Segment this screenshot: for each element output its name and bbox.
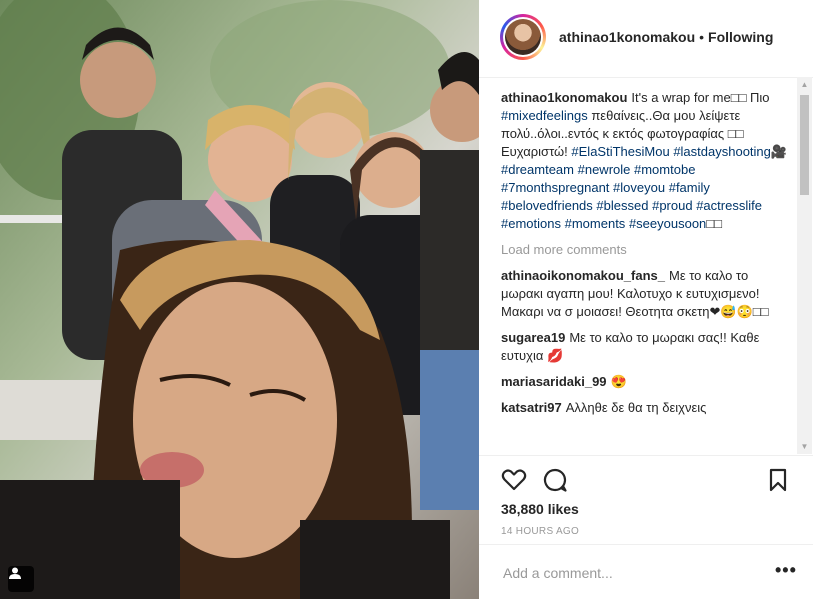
hashtag-link[interactable]: #dreamteam xyxy=(501,162,574,177)
heart-icon[interactable] xyxy=(501,467,527,493)
scroll-thumb[interactable] xyxy=(800,95,809,195)
hashtag-link[interactable]: #belovedfriends xyxy=(501,198,593,213)
comment-text: 😍 xyxy=(610,374,627,389)
hashtag-link[interactable]: #family xyxy=(669,180,710,195)
caption-username[interactable]: athinao1konomakou xyxy=(501,90,627,105)
comment-item: mariasaridaki_99 😍 xyxy=(501,373,793,391)
hashtag-link[interactable]: #newrole xyxy=(578,162,631,177)
post-photo[interactable] xyxy=(0,0,479,599)
user-tag-icon xyxy=(9,567,21,579)
comment-username[interactable]: sugarea19 xyxy=(501,330,565,345)
more-options-button[interactable]: ••• xyxy=(775,561,797,579)
comment-item: sugarea19 Με το καλο το μωρακι σας!! Καθε… xyxy=(501,329,793,365)
hashtag-link[interactable]: #blessed xyxy=(596,198,648,213)
caption-text: 🎥 xyxy=(770,144,788,159)
bookmark-icon[interactable] xyxy=(765,467,791,493)
hashtag-link[interactable]: #lastdayshooting xyxy=(673,144,771,159)
caption-text: It's a wrap for me□□ Πιο xyxy=(631,90,770,105)
post-actions: 38,880 likes 14 HOURS AGO xyxy=(479,455,813,537)
scroll-down-arrow-icon[interactable]: ▼ xyxy=(797,439,812,454)
hashtag-link[interactable]: #emotions xyxy=(501,216,561,231)
comment-item: katsatri97 Αλληθε δε θα τη δειχνεις xyxy=(501,399,793,417)
hashtag-link[interactable]: #actresslife xyxy=(696,198,762,213)
comment-username[interactable]: katsatri97 xyxy=(501,400,562,415)
caption-text: □□ xyxy=(706,216,722,231)
comment-username[interactable]: athinaoikonomakou_fans_ xyxy=(501,268,665,283)
hashtag-link[interactable]: #ElaStiThesiMou xyxy=(571,144,669,159)
header-separator: • xyxy=(699,29,705,45)
comments-scrollbar[interactable]: ▲ ▼ xyxy=(797,77,812,454)
hashtag-link[interactable]: #seeyousoon xyxy=(629,216,706,231)
likes-count[interactable]: 38,880 likes xyxy=(501,501,579,517)
hashtag-link[interactable]: #momtobe xyxy=(634,162,695,177)
add-comment-input[interactable] xyxy=(501,561,755,585)
avatar[interactable] xyxy=(505,19,541,55)
caption: athinao1konomakou It's a wrap for me□□ Πι… xyxy=(501,89,793,233)
story-ring[interactable] xyxy=(500,14,546,60)
hashtag-link[interactable]: #7monthspregnant xyxy=(501,180,609,195)
hashtag-link[interactable]: #proud xyxy=(652,198,692,213)
comment-icon[interactable] xyxy=(542,467,568,493)
post-side-panel: athinao1konomakou • Following athinao1kono… xyxy=(479,0,813,599)
post-header: athinao1konomakou • Following xyxy=(479,0,813,78)
following-button[interactable]: Following xyxy=(708,29,773,45)
add-comment-bar: ••• xyxy=(479,544,813,600)
comments-list[interactable]: athinao1konomakou It's a wrap for me□□ Πι… xyxy=(501,89,793,454)
header-username[interactable]: athinao1konomakou xyxy=(559,29,695,45)
hashtag-link[interactable]: #moments xyxy=(565,216,626,231)
comment-username[interactable]: mariasaridaki_99 xyxy=(501,374,607,389)
hashtag-link[interactable]: #loveyou xyxy=(613,180,665,195)
comment-item: athinaoikonomakou_fans_ Με το καλο το μωρ… xyxy=(501,267,793,321)
comment-text: Αλληθε δε θα τη δειχνεις xyxy=(565,400,707,415)
group-selfie-image xyxy=(0,0,479,599)
load-more-comments-link[interactable]: Load more comments xyxy=(501,241,793,259)
post-timestamp[interactable]: 14 HOURS AGO xyxy=(501,526,579,537)
hashtag-link[interactable]: #mixedfeelings xyxy=(501,108,588,123)
user-tag-button[interactable] xyxy=(8,566,34,592)
scroll-up-arrow-icon[interactable]: ▲ xyxy=(797,77,812,92)
